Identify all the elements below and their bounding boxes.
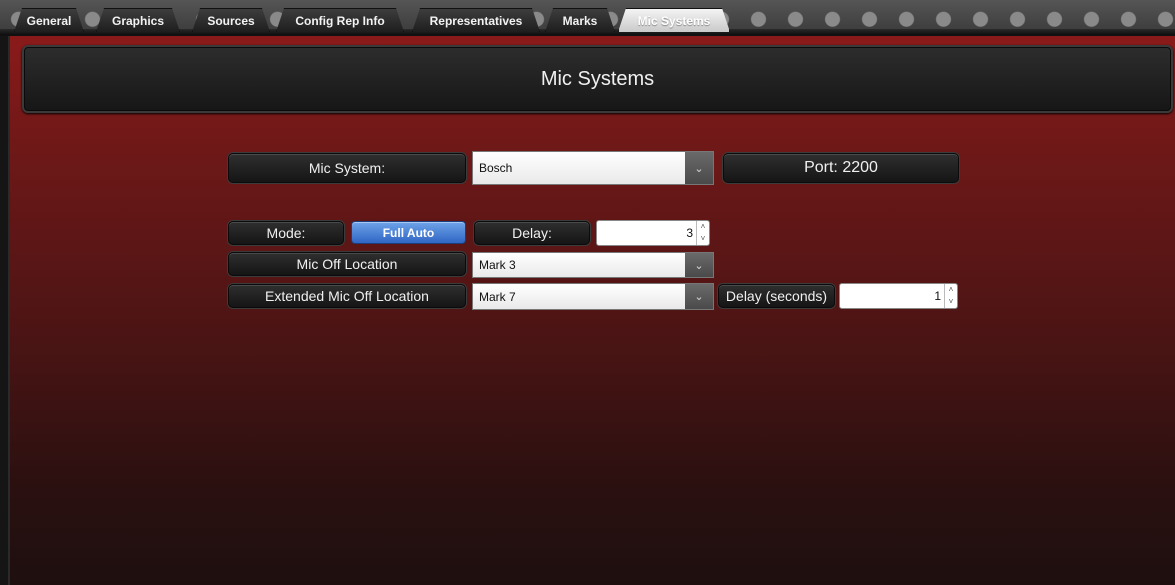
mic-off-location-selected-value: Mark 3	[479, 258, 516, 272]
port-display: Port: 2200	[723, 153, 959, 183]
tab-label: Mic Systems	[637, 13, 711, 28]
tab-label: Sources	[207, 13, 255, 28]
tab-mic-systems[interactable]: Mic Systems	[618, 8, 730, 32]
mode-label-text: Mode:	[266, 225, 306, 241]
tab-label: Graphics	[111, 13, 165, 28]
delay-seconds-value: 1	[934, 289, 941, 303]
delay-seconds-label-text: Delay (seconds)	[725, 288, 828, 304]
content-panel: Mic Systems Mic System: Bosch ⌄ Port: 22…	[8, 36, 1175, 585]
delay-seconds-label: Delay (seconds)	[718, 284, 835, 308]
chevron-down-icon[interactable]: ˅	[945, 296, 957, 308]
stepper-arrows: ˄ ˅	[944, 284, 957, 308]
tab-label: Marks	[562, 13, 598, 28]
tab-general[interactable]: General	[14, 8, 84, 32]
tab-graphics[interactable]: Graphics	[96, 8, 180, 32]
extended-mic-off-location-label: Extended Mic Off Location	[228, 284, 466, 308]
full-auto-button-label: Full Auto	[382, 225, 435, 240]
full-auto-button[interactable]: Full Auto	[351, 221, 466, 244]
tab-bar: General Graphics Sources Config Rep Info…	[0, 0, 1175, 36]
chevron-up-icon[interactable]: ˄	[945, 284, 957, 296]
page-title: Mic Systems	[540, 67, 655, 90]
extended-mic-off-location-label-text: Extended Mic Off Location	[265, 288, 429, 304]
chevron-up-icon[interactable]: ˄	[697, 221, 709, 233]
page-title-bar: Mic Systems	[22, 45, 1173, 113]
mic-off-location-label-text: Mic Off Location	[296, 256, 398, 272]
tab-label: General	[26, 13, 72, 28]
mic-system-dropdown[interactable]: Bosch ⌄	[472, 151, 714, 185]
extended-mic-off-location-selected-value: Mark 7	[479, 289, 516, 304]
tab-label: Config Rep Info	[295, 13, 385, 28]
delay-stepper[interactable]: 3 ˄ ˅	[596, 220, 710, 246]
stepper-arrows: ˄ ˅	[696, 221, 709, 245]
mode-label: Mode:	[228, 221, 344, 245]
app-window: General Graphics Sources Config Rep Info…	[0, 0, 1175, 585]
chevron-down-icon[interactable]: ˅	[697, 233, 709, 245]
tab-label: Representatives	[429, 13, 523, 28]
tab-representatives[interactable]: Representatives	[412, 8, 540, 32]
tab-marks[interactable]: Marks	[545, 8, 615, 32]
extended-mic-off-location-dropdown[interactable]: Mark 7 ⌄	[472, 283, 714, 310]
mic-off-location-dropdown[interactable]: Mark 3 ⌄	[472, 252, 714, 278]
chevron-down-icon[interactable]: ⌄	[685, 284, 713, 309]
mic-system-label-text: Mic System:	[308, 160, 386, 176]
delay-seconds-stepper[interactable]: 1 ˄ ˅	[839, 283, 958, 309]
mic-off-location-label: Mic Off Location	[228, 252, 466, 276]
port-label-text: Port: 2200	[804, 159, 878, 176]
delay-label: Delay:	[474, 221, 590, 245]
chevron-down-icon[interactable]: ⌄	[685, 152, 713, 184]
delay-value: 3	[686, 226, 693, 240]
delay-label-text: Delay:	[512, 225, 552, 241]
mic-system-selected-value: Bosch	[479, 161, 513, 175]
tab-config-rep-info[interactable]: Config Rep Info	[276, 8, 404, 32]
tab-sources[interactable]: Sources	[192, 8, 270, 32]
chevron-down-icon[interactable]: ⌄	[685, 253, 713, 277]
mic-system-label: Mic System:	[228, 153, 466, 183]
